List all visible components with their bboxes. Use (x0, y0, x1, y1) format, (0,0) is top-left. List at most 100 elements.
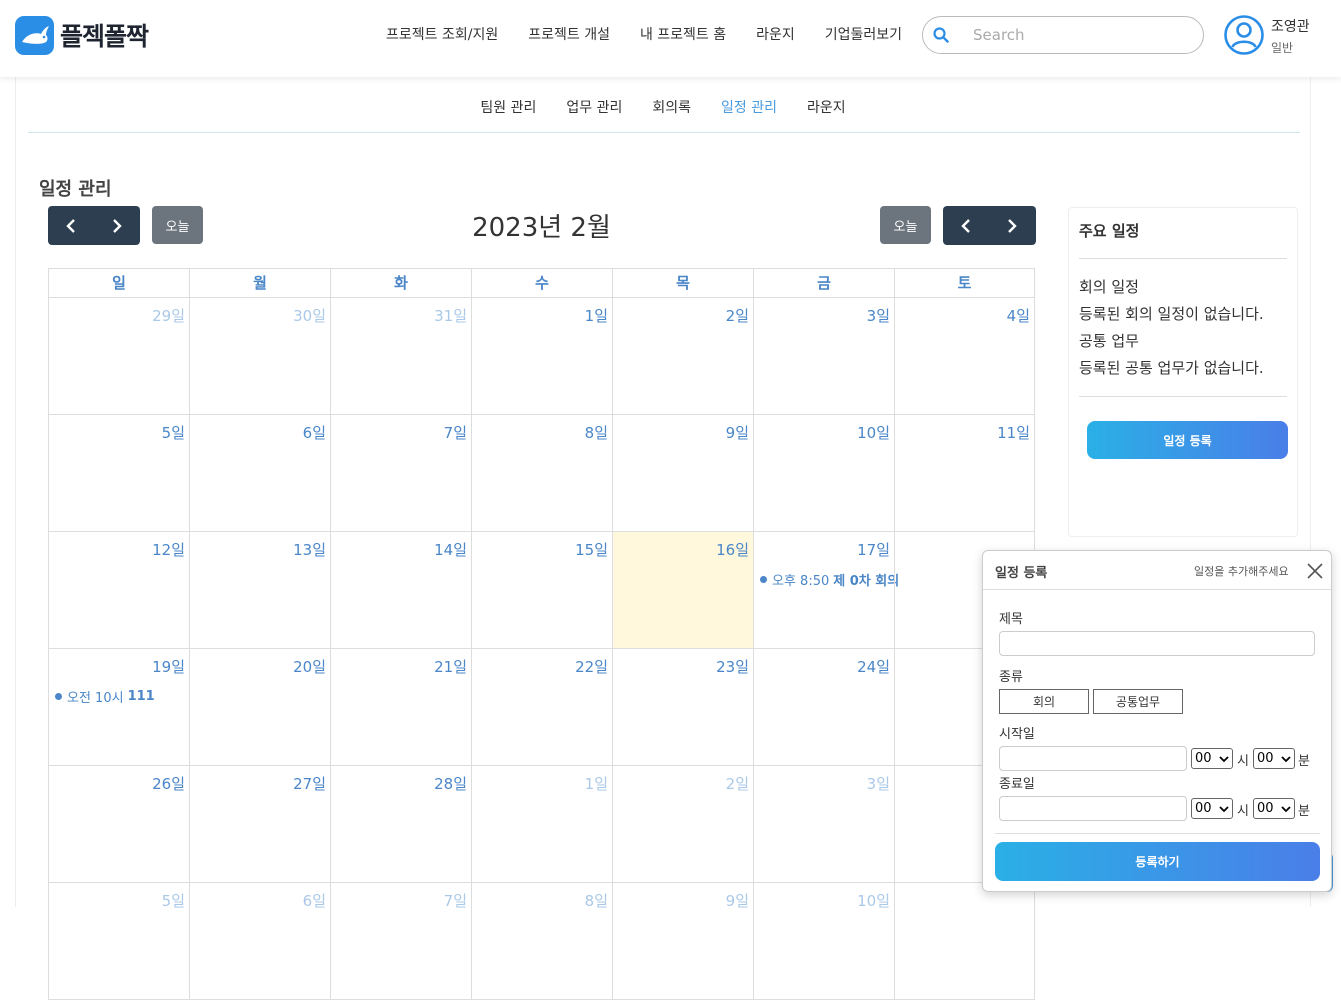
close-icon[interactable] (1305, 561, 1325, 581)
search-icon[interactable] (923, 17, 959, 53)
calendar-day[interactable]: 28일 (330, 766, 471, 883)
day-number: 1일 (584, 307, 608, 325)
calendar-week: 5일 6일 7일 8일 9일 10일 11일 (48, 415, 1035, 532)
calendar-day[interactable]: 7일 (330, 415, 471, 532)
calendar-day[interactable]: 21일 (330, 649, 471, 766)
calendar-event[interactable]: 오후 8:50 제 0차 회의 (760, 570, 899, 589)
calendar-day[interactable]: 6일 (189, 883, 330, 1000)
calendar-day[interactable]: 2일 (612, 766, 753, 883)
subnav-schedule[interactable]: 일정 관리 (721, 97, 777, 117)
day-number: 5일 (161, 424, 185, 442)
today-button-right[interactable]: 오늘 (880, 206, 931, 244)
calendar-day[interactable]: 3일 (753, 766, 894, 883)
calendar-event[interactable]: 오전 10시 111 (55, 687, 155, 706)
calendar-day[interactable]: 3일 (753, 298, 894, 415)
weekday-sat: 토 (894, 268, 1035, 298)
calendar-day[interactable]: 10일 (753, 415, 894, 532)
calendar-day[interactable]: 4일 (894, 298, 1035, 415)
subnav-tasks[interactable]: 업무 관리 (566, 97, 622, 117)
logo-text: 플젝폴짝 (60, 22, 149, 51)
calendar-day[interactable]: 8일 (471, 883, 612, 1000)
calendar-day[interactable]: 6일 (189, 415, 330, 532)
title-label: 제목 (999, 612, 1023, 627)
calendar-day[interactable]: 7일 (330, 883, 471, 1000)
calendar-day[interactable]: 11일 (894, 415, 1035, 532)
title-input[interactable] (999, 631, 1315, 656)
calendar-day[interactable]: 8일 (471, 415, 612, 532)
user-role: 일반 (1271, 41, 1294, 55)
chevron-down-icon (1219, 806, 1229, 813)
left-nav-buttons (48, 206, 140, 245)
calendar-day[interactable]: 17일 오후 8:50 제 0차 회의 (753, 532, 899, 649)
calendar-day[interactable]: 10일 (753, 883, 894, 1000)
search-input[interactable] (973, 26, 1183, 44)
logo[interactable]: 플젝폴짝 (15, 15, 149, 55)
nav-project-search[interactable]: 프로젝트 조회/지원 (386, 24, 498, 44)
nav-my-project-home[interactable]: 내 프로젝트 홈 (640, 24, 726, 44)
day-number: 6일 (302, 424, 326, 442)
chevron-down-icon (1219, 756, 1229, 763)
calendar-day[interactable]: 14일 (330, 532, 471, 649)
calendar-day-today[interactable]: 16일 (612, 532, 753, 649)
calendar-day[interactable]: 26일 (48, 766, 189, 883)
day-number: 10일 (857, 892, 890, 910)
type-meeting-button[interactable]: 회의 (999, 689, 1089, 714)
calendar-day[interactable]: 19일 오전 10시 111 (48, 649, 189, 766)
calendar-day[interactable] (894, 883, 1035, 1000)
calendar-day[interactable]: 27일 (189, 766, 330, 883)
calendar-day[interactable]: 5일 (48, 883, 189, 1000)
start-date-input[interactable] (999, 746, 1187, 771)
next-month-button-right[interactable] (989, 206, 1035, 245)
day-number: 3일 (866, 775, 890, 793)
calendar-day[interactable]: 1일 (471, 766, 612, 883)
end-date-input[interactable] (999, 796, 1187, 821)
calendar-day[interactable]: 9일 (612, 415, 753, 532)
next-month-button[interactable] (94, 206, 140, 245)
nav-lounge[interactable]: 라운지 (756, 24, 795, 44)
day-number: 16일 (716, 541, 749, 559)
calendar-day[interactable]: 20일 (189, 649, 330, 766)
calendar-day[interactable]: 15일 (471, 532, 612, 649)
end-hour-select[interactable]: 00 (1191, 798, 1233, 819)
calendar-day[interactable]: 31일 (330, 298, 471, 415)
rabbit-logo-icon (15, 15, 54, 55)
day-number: 3일 (866, 307, 890, 325)
modal-subtitle: 일정을 추가해주세요 (1194, 565, 1289, 578)
calendar-day[interactable]: 2일 (612, 298, 753, 415)
calendar-day[interactable]: 1일 (471, 298, 612, 415)
type-common-task-button[interactable]: 공통업무 (1093, 689, 1183, 714)
nav-project-create[interactable]: 프로젝트 개설 (528, 24, 610, 44)
day-number: 6일 (302, 892, 326, 910)
day-number: 11일 (997, 424, 1030, 442)
start-minute-select[interactable]: 00 (1253, 748, 1295, 769)
day-number: 7일 (443, 424, 467, 442)
calendar-day[interactable]: 9일 (612, 883, 753, 1000)
day-number: 31일 (434, 307, 467, 325)
calendar-day[interactable]: 29일 (48, 298, 189, 415)
meeting-empty-text: 등록된 회의 일정이 없습니다. (1079, 305, 1264, 323)
calendar-day[interactable]: 22일 (471, 649, 612, 766)
calendar-day[interactable]: 30일 (189, 298, 330, 415)
subnav-minutes[interactable]: 회의록 (652, 97, 691, 117)
calendar-day[interactable]: 5일 (48, 415, 189, 532)
prev-month-button-right[interactable] (943, 206, 989, 245)
today-button-left[interactable]: 오늘 (152, 206, 203, 244)
modal-divider (995, 833, 1320, 834)
subnav-divider (28, 132, 1300, 133)
calendar-day[interactable]: 24일 (753, 649, 894, 766)
calendar-week: 12일 13일 14일 15일 16일 17일 오후 8:50 제 0차 회의 (48, 532, 1035, 649)
day-number: 15일 (575, 541, 608, 559)
end-date-label: 종료일 (999, 777, 1035, 792)
user-menu[interactable]: 조영관 일반 (1224, 15, 1310, 59)
register-schedule-button[interactable]: 일정 등록 (1087, 421, 1288, 459)
end-minute-select[interactable]: 00 (1253, 798, 1295, 819)
subnav-members[interactable]: 팀원 관리 (480, 97, 536, 117)
calendar-day[interactable]: 12일 (48, 532, 189, 649)
calendar-day[interactable]: 23일 (612, 649, 753, 766)
prev-month-button[interactable] (48, 206, 94, 245)
subnav-lounge[interactable]: 라운지 (807, 97, 846, 117)
calendar-day[interactable]: 13일 (189, 532, 330, 649)
start-hour-select[interactable]: 00 (1191, 748, 1233, 769)
submit-button[interactable]: 등록하기 (995, 842, 1320, 881)
nav-companies[interactable]: 기업둘러보기 (825, 24, 902, 44)
